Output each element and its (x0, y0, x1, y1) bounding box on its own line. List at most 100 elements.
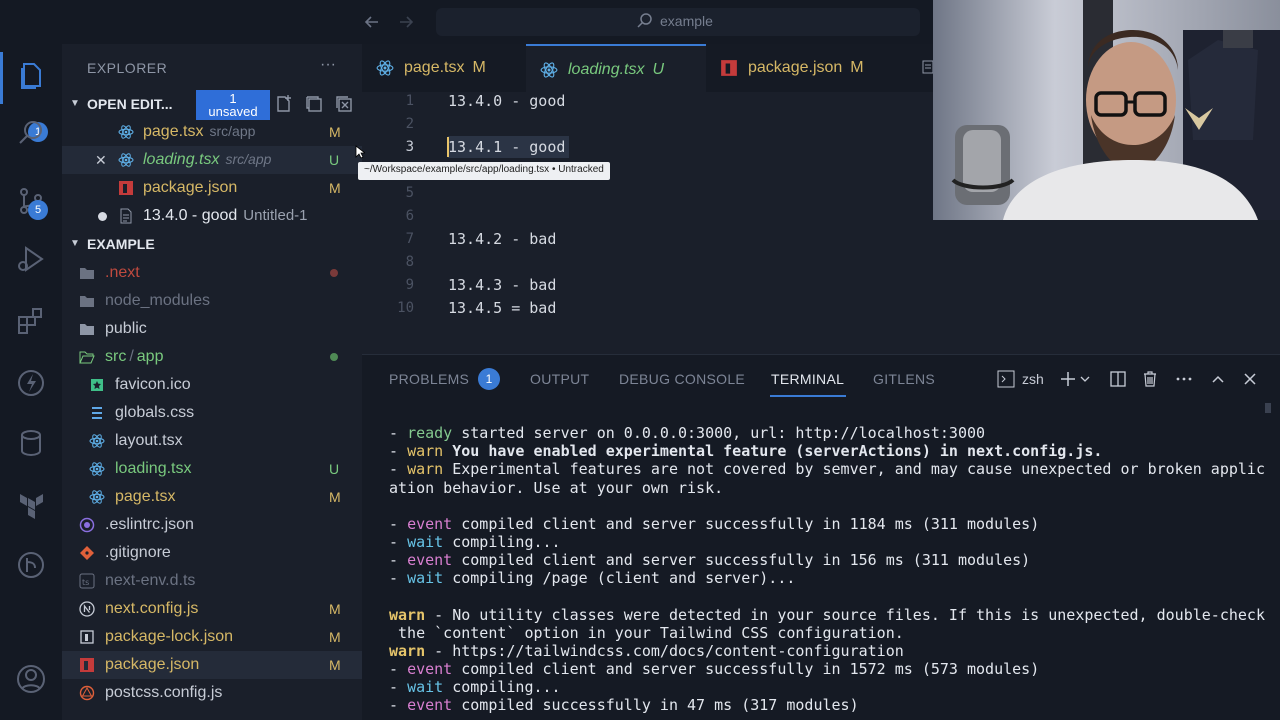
tree-item-package-lock[interactable]: package-lock.json M (62, 623, 362, 651)
terraform-icon[interactable] (14, 488, 48, 522)
tree-item-favicon[interactable]: favicon.ico (62, 371, 362, 399)
explorer-icon[interactable] (14, 58, 48, 92)
file-name: page.tsx (143, 123, 204, 140)
maximize-panel-icon[interactable] (1208, 369, 1228, 389)
tree-item-next[interactable]: .next (62, 259, 362, 287)
file-path-tooltip: ~/Workspace/example/src/app/loading.tsx … (358, 162, 610, 180)
project-header[interactable]: ▼ EXAMPLE (62, 232, 362, 258)
react-icon (89, 433, 105, 449)
terminal-scrollbar[interactable] (1265, 403, 1271, 413)
line-number: 3 (405, 139, 414, 155)
tree-item-src-app[interactable]: src / app (62, 343, 362, 371)
folder-icon (79, 265, 95, 281)
react-icon (540, 61, 558, 79)
forward-arrow-icon[interactable] (396, 12, 418, 32)
open-editor-loading-tsx[interactable]: ✕ loading.tsx src/app U (62, 146, 362, 174)
chevron-down-icon: ▼ (70, 98, 80, 109)
typescript-icon: ts (79, 573, 95, 589)
file-path: Untitled-1 (243, 207, 308, 224)
react-icon (118, 152, 134, 168)
tree-item-next-config[interactable]: next.config.js M (62, 595, 362, 623)
chevron-down-icon[interactable] (1078, 369, 1092, 389)
open-editor-page-tsx[interactable]: page.tsx src/app M (62, 118, 362, 146)
line-number: 2 (405, 116, 414, 132)
tab-problems[interactable]: PROBLEMS (389, 371, 469, 387)
active-tab-underline (770, 395, 846, 397)
new-terminal-icon[interactable] (1058, 369, 1078, 389)
search-icon[interactable] (14, 116, 48, 150)
npm-icon (118, 180, 134, 196)
code-line[interactable]: 13.4.5 = bad (448, 299, 556, 317)
new-untitled-file-icon[interactable] (274, 94, 294, 114)
git-status: M (329, 489, 341, 505)
code-line[interactable]: 13.4.1 - good (448, 138, 565, 156)
terminal-line: - event compiled client and server succe… (389, 660, 1040, 678)
tab-output[interactable]: OUTPUT (530, 371, 589, 387)
tree-item-page-tsx[interactable]: page.tsx M (62, 483, 362, 511)
more-actions-icon[interactable] (1174, 369, 1194, 389)
code-line[interactable]: 13.4.3 - bad (448, 276, 556, 294)
tab-package-json[interactable]: package.json M (706, 44, 906, 92)
code-line[interactable]: 13.4.0 - good (448, 92, 565, 110)
run-debug-icon[interactable] (14, 242, 48, 276)
tab-status: M (850, 59, 864, 76)
file-name: .next (105, 264, 140, 281)
extensions-icon[interactable] (14, 304, 48, 338)
tree-item-eslintrc[interactable]: .eslintrc.json (62, 511, 362, 539)
source-control-badge: 5 (28, 200, 48, 220)
git-status: U (329, 152, 340, 168)
file-name: 13.4.0 - good (143, 207, 238, 224)
terminal-line: - wait compiling... (389, 678, 561, 696)
file-name: globals.css (115, 404, 195, 421)
terminal-shell-name[interactable]: zsh (1022, 371, 1044, 387)
close-all-icon[interactable] (334, 94, 354, 114)
tree-item-public[interactable]: public (62, 315, 362, 343)
dirty-dot-icon (98, 212, 107, 221)
code-line[interactable]: 13.4.2 - bad (448, 230, 556, 248)
git-status: M (329, 657, 341, 673)
line-number: 1 (405, 93, 414, 109)
database-icon[interactable] (14, 426, 48, 460)
tab-gitlens[interactable]: GITLENS (873, 371, 935, 387)
file-path: src/app (225, 151, 272, 167)
tree-item-next-env[interactable]: ts next-env.d.ts (62, 567, 362, 595)
file-name: postcss.config.js (105, 684, 223, 701)
tab-label: page.tsx (404, 59, 465, 76)
tab-terminal[interactable]: TERMINAL (771, 371, 844, 387)
file-name: favicon.ico (115, 376, 191, 393)
tree-item-loading-tsx[interactable]: loading.tsx U (62, 455, 362, 483)
open-editor-package-json[interactable]: package.json M (62, 174, 362, 202)
save-all-icon[interactable] (304, 94, 324, 114)
back-arrow-icon[interactable] (362, 12, 384, 32)
thunder-client-icon[interactable] (14, 366, 48, 400)
tree-item-node-modules[interactable]: node_modules (62, 287, 362, 315)
git-graph-icon[interactable] (14, 548, 48, 582)
react-icon (89, 461, 105, 477)
mouse-pointer-icon (355, 144, 367, 159)
trash-icon[interactable] (1140, 369, 1160, 389)
tab-label: loading.tsx (568, 61, 645, 78)
tab-status: U (652, 61, 665, 78)
tree-item-gitignore[interactable]: .gitignore (62, 539, 362, 567)
webcam-overlay (933, 0, 1280, 220)
more-actions-icon[interactable]: ··· (320, 56, 336, 74)
postcss-icon (79, 685, 95, 701)
tab-debug-console[interactable]: DEBUG CONSOLE (619, 371, 745, 387)
command-center-search[interactable]: example (436, 8, 920, 36)
git-status: U (329, 461, 340, 477)
tab-loading-tsx[interactable]: loading.tsx U (526, 44, 706, 92)
close-panel-icon[interactable] (1240, 369, 1260, 389)
folder-icon (79, 321, 95, 337)
image-icon (89, 377, 105, 393)
split-terminal-icon[interactable] (1108, 369, 1128, 389)
open-editor-untitled[interactable]: 13.4.0 - good Untitled-1 (62, 202, 362, 230)
tree-item-package-json[interactable]: package.json M (62, 651, 362, 679)
line-number: 5 (405, 185, 414, 201)
tree-item-layout-tsx[interactable]: layout.tsx (62, 427, 362, 455)
close-icon[interactable]: ✕ (95, 152, 107, 169)
tree-item-globals-css[interactable]: globals.css (62, 399, 362, 427)
accounts-icon[interactable] (14, 662, 48, 696)
tree-item-postcss-config[interactable]: postcss.config.js (62, 679, 362, 707)
folder-name-2: app (136, 348, 164, 365)
tab-page-tsx[interactable]: page.tsx M (362, 44, 526, 92)
